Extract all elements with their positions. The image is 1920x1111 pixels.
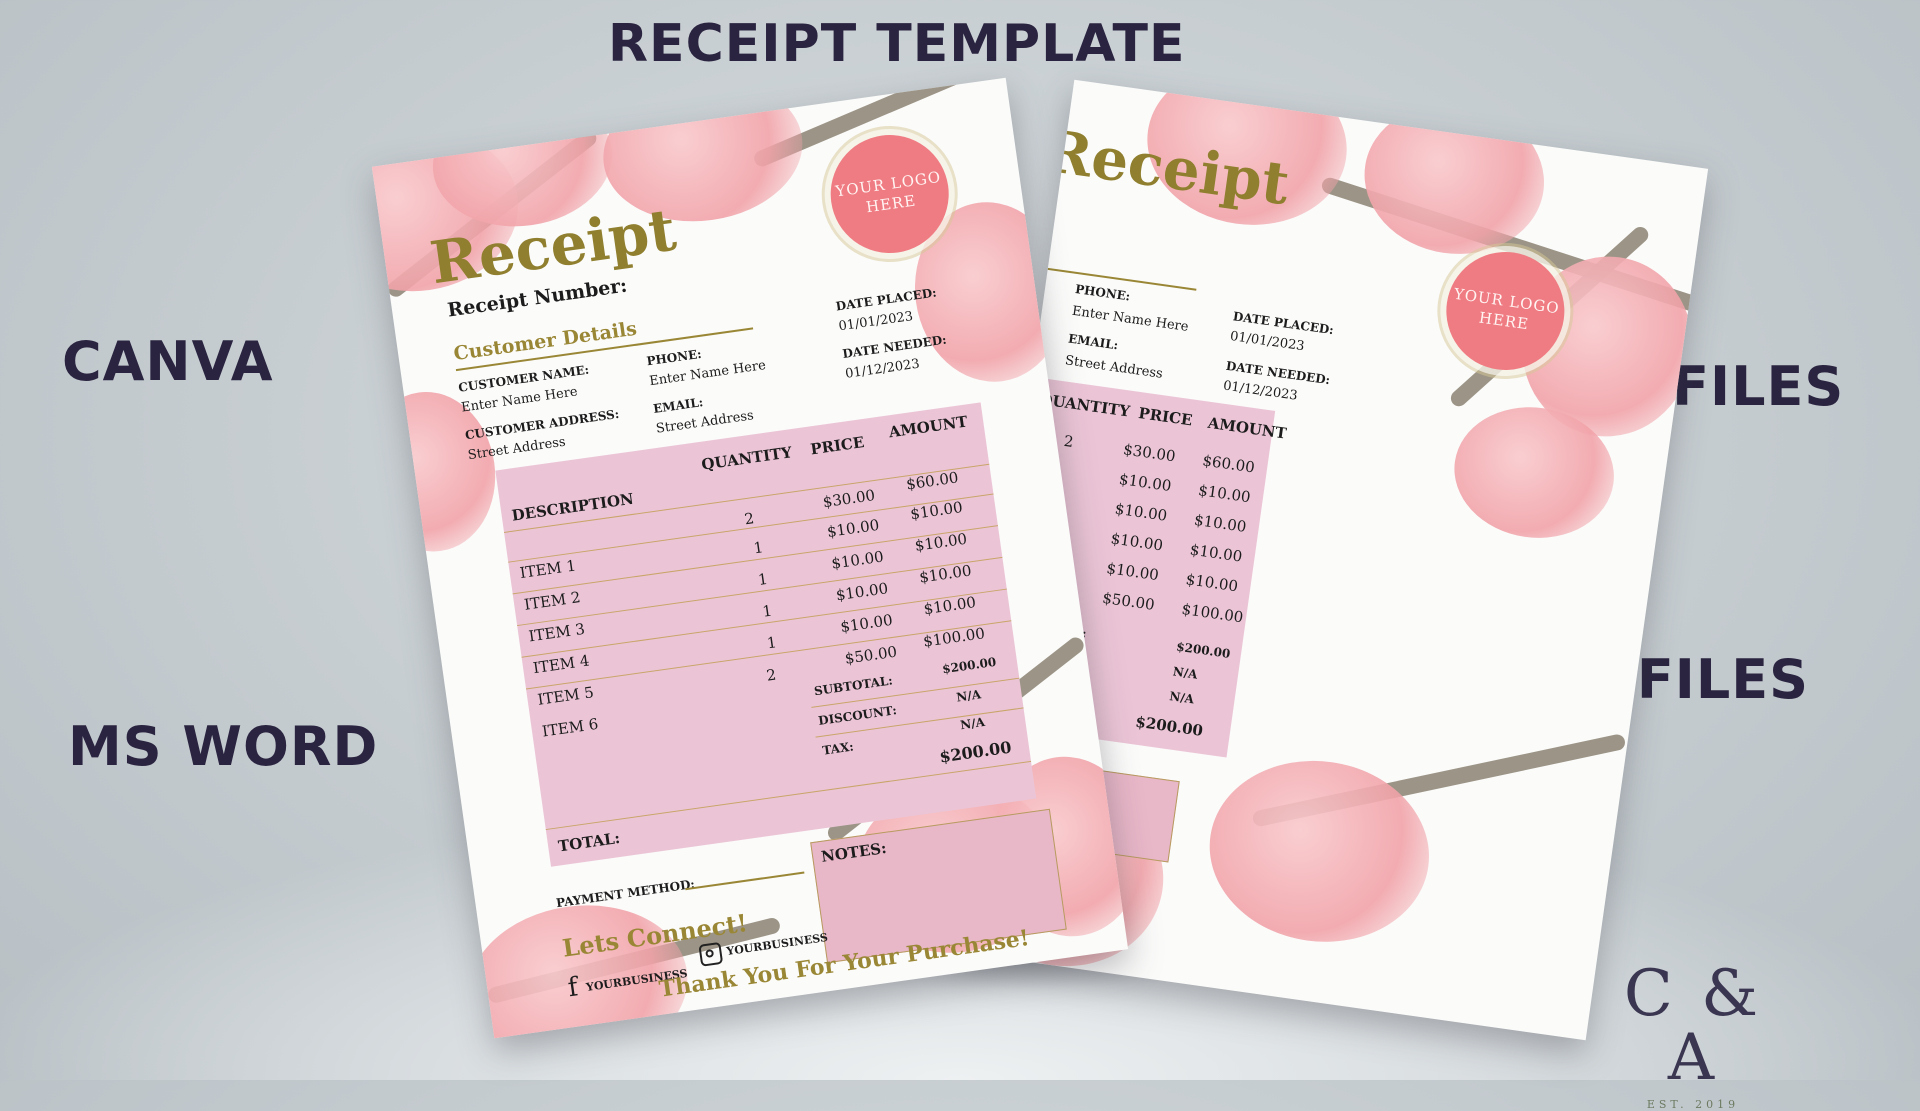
date-needed-value: 01/12/2023: [844, 356, 921, 382]
payment-method-label: PAYMENT METHOD:: [555, 876, 696, 911]
canva-label: CANVA: [62, 330, 274, 393]
price-cell: $10.00: [839, 610, 894, 636]
amount-cell: $10.00: [913, 529, 969, 555]
receipt-sheet-front: YOUR LOGO HERE Receipt Receipt Number: C…: [371, 77, 1129, 1039]
date-needed-label: DATE NEEDED:: [841, 332, 948, 362]
description-header: DESCRIPTION: [510, 489, 635, 525]
tax-value: N/A: [959, 714, 986, 733]
items-table: DESCRIPTION QUANTITY PRICE AMOUNT ITEM 1…: [495, 402, 1037, 867]
price-cell: $30.00: [1122, 440, 1177, 466]
qty-cell: 2: [743, 509, 756, 529]
phone-value: Enter Name Here: [1071, 303, 1190, 335]
brand-mark: C & A: [1623, 957, 1763, 1095]
item-description: ITEM 6: [540, 714, 600, 741]
qty-cell: 2: [765, 665, 778, 685]
price-cell: $10.00: [1105, 559, 1160, 585]
brand-established: EST. 2019: [1646, 1098, 1740, 1111]
price-header: PRICE: [809, 433, 866, 459]
ms-word-label: MS WORD: [68, 715, 379, 778]
amount-cell: $10.00: [922, 593, 978, 619]
amount-header: AMOUNT: [1206, 413, 1288, 443]
price-cell: $10.00: [834, 579, 890, 605]
amount-cell: $10.00: [909, 498, 964, 524]
discount-label: DISCOUNT:: [817, 703, 898, 729]
page-title: RECEIPT TEMPLATE: [608, 14, 1186, 74]
item-description: ITEM 1: [518, 556, 578, 583]
blossom-decoration: [1354, 91, 1554, 266]
item-description: ITEM 4: [531, 651, 591, 678]
brand-logo: C & A EST. 2019: [1598, 962, 1788, 1111]
amount-header: AMOUNT: [887, 412, 969, 442]
email-label: EMAIL:: [1067, 331, 1120, 353]
amount-cell: $60.00: [1201, 451, 1256, 477]
qty-cell: 1: [756, 569, 769, 589]
item-description: ITEM 5: [536, 683, 595, 709]
price-cell: $10.00: [1109, 529, 1165, 555]
amount-cell: $60.00: [905, 468, 960, 494]
discount-value: N/A: [1172, 664, 1199, 682]
discount-value: N/A: [955, 687, 982, 705]
price-header: PRICE: [1137, 404, 1194, 430]
price-cell: $30.00: [821, 486, 877, 512]
date-needed-value: 01/12/2023: [1222, 378, 1299, 404]
tax-label: TAX:: [821, 739, 855, 758]
email-label: EMAIL:: [652, 395, 705, 416]
subtotal-label: SUBTOTAL:: [813, 673, 894, 699]
item-description: ITEM 2: [523, 588, 582, 614]
instagram-icon: [698, 941, 724, 967]
price-cell: $10.00: [830, 547, 885, 573]
price-cell: $10.00: [1117, 469, 1173, 496]
phone-label: PHONE:: [1074, 281, 1132, 304]
qty-cell: 1: [752, 538, 765, 558]
amount-cell: $10.00: [1197, 481, 1252, 507]
grand-total-value: $200.00: [938, 737, 1013, 767]
date-placed-value: 01/01/2023: [1229, 328, 1306, 355]
divider-line: [1047, 267, 1197, 291]
date-placed-value: 01/01/2023: [837, 309, 914, 335]
amount-cell: $10.00: [1184, 570, 1240, 596]
price-cell: $50.00: [843, 642, 899, 668]
phone-label: PHONE:: [645, 346, 703, 369]
subtotal-value: $200.00: [941, 654, 998, 677]
qty-cell: 1: [761, 601, 774, 621]
quantity-header: QUANTITY: [700, 443, 794, 474]
price-cell: $10.00: [1113, 499, 1169, 525]
price-cell: $10.00: [825, 515, 881, 541]
amount-cell: $10.00: [1188, 540, 1244, 566]
amount-cell: $10.00: [918, 561, 973, 587]
amount-cell: $10.00: [1193, 510, 1248, 536]
blossom-decoration: [1197, 746, 1441, 956]
amount-cell: $100.00: [1180, 599, 1245, 627]
qty-cell: 1: [765, 633, 778, 653]
item-description: ITEM 3: [527, 619, 587, 646]
email-value: Street Address: [1064, 353, 1164, 382]
notes-label: NOTES:: [820, 838, 888, 866]
tax-value: N/A: [1168, 689, 1195, 707]
subtotal-value: $200.00: [1175, 639, 1232, 661]
grand-total-value: $200.00: [1134, 712, 1205, 740]
amount-cell: $100.00: [922, 624, 987, 651]
payment-method-line: [685, 871, 805, 891]
qty-cell: 2: [1062, 431, 1075, 452]
price-cell: $50.00: [1101, 588, 1156, 614]
total-label: TOTAL:: [557, 828, 622, 856]
